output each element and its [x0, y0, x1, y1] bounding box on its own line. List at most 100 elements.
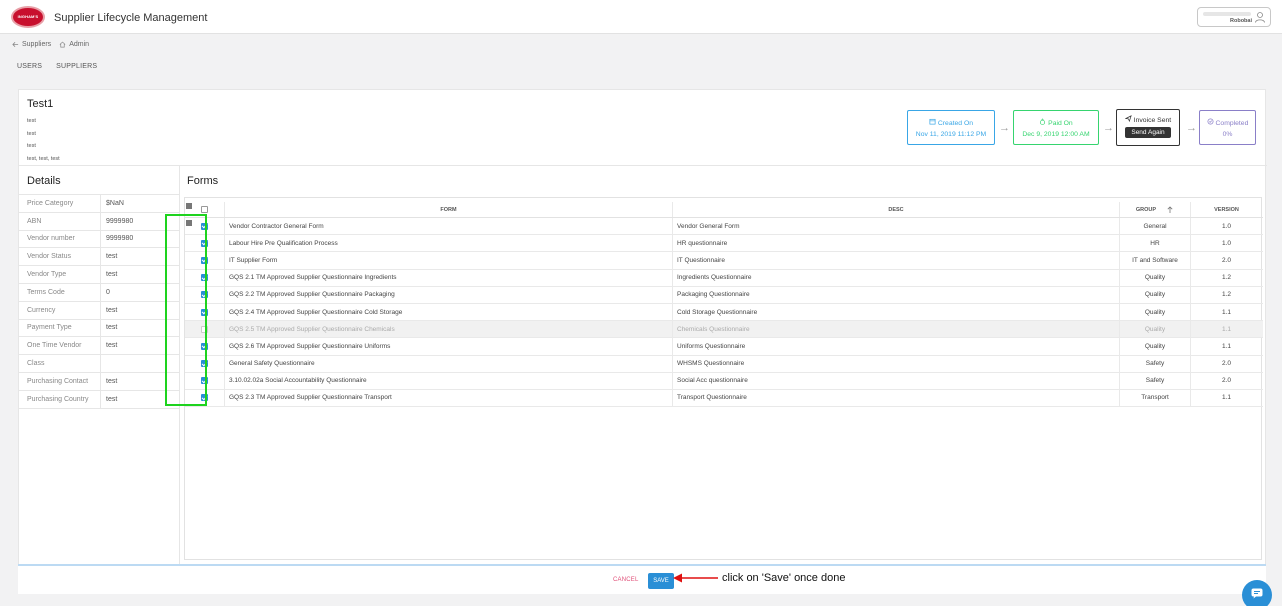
- home-icon: [59, 41, 66, 48]
- table-row[interactable]: IT Supplier Form IT Questionnaire IT and S…: [185, 252, 1263, 270]
- chat-button[interactable]: [1242, 580, 1272, 606]
- group-cell: Quality: [1120, 303, 1191, 321]
- row-checkbox[interactable]: [201, 377, 208, 385]
- user-email-placeholder: [1203, 12, 1251, 16]
- action-footer: CANCEL SAVE: [18, 564, 1266, 594]
- select-cell: [185, 321, 225, 338]
- row-checkbox[interactable]: [201, 394, 208, 402]
- step-completed-label: Completed: [1215, 120, 1249, 127]
- column-header-form[interactable]: FORM: [225, 202, 673, 217]
- desc-cell: IT Questionnaire: [673, 252, 1120, 269]
- table-row[interactable]: 3.10.02.02a Social Accountability Questi…: [185, 372, 1263, 390]
- details-value: 9999980: [106, 235, 134, 243]
- details-label: Vendor number: [19, 230, 101, 248]
- details-panel: Details Price Category $NaN ABN 9999980 Vend…: [19, 166, 180, 566]
- table-row[interactable]: GQS 2.5 TM Approved Supplier Questionnai…: [185, 321, 1263, 339]
- form-cell: General Safety Questionnaire: [225, 355, 673, 372]
- step-invoice: Invoice Sent Send Again: [1116, 109, 1180, 146]
- record-line: test: [27, 130, 36, 137]
- select-cell: [185, 338, 225, 355]
- breadcrumb-admin-label: Admin: [69, 41, 90, 48]
- row-checkbox[interactable]: [201, 342, 208, 350]
- step-invoice-label: Invoice Sent: [1133, 117, 1172, 124]
- row-checkbox[interactable]: [201, 360, 208, 368]
- row-checkbox[interactable]: [201, 239, 208, 247]
- form-cell: GQS 2.6 TM Approved Supplier Questionnai…: [225, 338, 673, 355]
- details-label: Payment Type: [19, 319, 101, 337]
- row-checkbox[interactable]: [201, 256, 208, 264]
- details-label: Purchasing Country: [19, 390, 101, 408]
- send-again-button[interactable]: Send Again: [1125, 127, 1171, 138]
- annotation-text: click on 'Save' once done: [722, 572, 846, 584]
- version-cell: 2.0: [1221, 377, 1232, 385]
- grid-rows: Vendor Contractor General Form Vendor Gen…: [185, 218, 1263, 408]
- annotation-arrow-icon: [673, 573, 718, 583]
- table-row[interactable]: Vendor Contractor General Form Vendor Gen…: [185, 218, 1263, 236]
- details-value: test: [106, 342, 118, 350]
- record-lines: test test test test, test, test: [27, 115, 60, 165]
- group-cell: General: [1120, 218, 1191, 235]
- details-label: Currency: [19, 301, 101, 319]
- row-checkbox[interactable]: [201, 222, 208, 230]
- details-row: Vendor Type test: [19, 266, 179, 284]
- tab-users[interactable]: USERS: [17, 63, 42, 70]
- details-value: test: [106, 377, 118, 385]
- grid-menu-icon[interactable]: [186, 203, 192, 209]
- table-row[interactable]: GQS 2.2 TM Approved Supplier Questionnai…: [185, 286, 1263, 304]
- user-menu[interactable]: Robobai: [1197, 7, 1271, 27]
- supplier-card: Test1 test test test test, test, test Cr…: [18, 89, 1267, 594]
- desc-cell: Uniforms Questionnaire: [673, 338, 1120, 355]
- record-line: test: [27, 143, 36, 149]
- row-checkbox: [201, 325, 208, 333]
- details-value: $NaN: [106, 199, 124, 207]
- tab-suppliers[interactable]: SUPPLIERS: [56, 63, 97, 70]
- top-bar: INGHAM'S Supplier Lifecycle Management R…: [0, 0, 1282, 34]
- table-row[interactable]: General Safety Questionnaire WHSMS Questi…: [185, 355, 1263, 373]
- forms-panel: Forms FORM DESC GROUP VERSION Vendor Con…: [181, 166, 1267, 566]
- table-row[interactable]: GQS 2.3 TM Approved Supplier Questionnai…: [185, 389, 1263, 408]
- column-header-group[interactable]: GROUP: [1120, 202, 1191, 217]
- details-value: test: [106, 253, 118, 261]
- column-header-desc[interactable]: DESC: [673, 202, 1120, 217]
- step-completed-percent: 0%: [1222, 131, 1233, 138]
- details-row: Payment Type test: [19, 319, 179, 338]
- row-checkbox[interactable]: [201, 308, 208, 316]
- desc-cell: Chemicals Questionnaire: [673, 321, 1120, 338]
- breadcrumb-admin[interactable]: Admin: [59, 41, 89, 48]
- table-row[interactable]: GQS 2.4 TM Approved Supplier Questionnai…: [185, 303, 1263, 322]
- details-label: One Time Vendor: [19, 337, 101, 355]
- company-logo[interactable]: INGHAM'S: [11, 6, 45, 28]
- desc-cell: Transport Questionnaire: [673, 389, 1120, 407]
- record-line: test: [27, 118, 36, 124]
- breadcrumb: Suppliers Admin: [12, 41, 89, 48]
- grid-header: FORM DESC GROUP VERSION: [185, 202, 1263, 218]
- step-created-label: Created On: [937, 120, 974, 127]
- row-menu-icon[interactable]: [186, 220, 192, 226]
- cancel-button[interactable]: CANCEL: [613, 577, 639, 583]
- group-cell: Transport: [1120, 389, 1191, 407]
- send-icon: [1124, 115, 1132, 123]
- group-cell: HR: [1120, 235, 1191, 252]
- group-cell: Quality: [1120, 286, 1191, 303]
- form-cell: Vendor Contractor General Form: [225, 218, 673, 235]
- details-table: Price Category $NaN ABN 9999980 Vendor numbe…: [19, 194, 179, 409]
- table-row[interactable]: GQS 2.1 TM Approved Supplier Questionnai…: [185, 269, 1263, 287]
- table-row[interactable]: GQS 2.6 TM Approved Supplier Questionnai…: [185, 338, 1263, 356]
- select-cell: [185, 252, 225, 269]
- user-name: Robobai: [1230, 18, 1252, 24]
- table-row[interactable]: Labour Hire Pre Qualification Process HR …: [185, 235, 1263, 253]
- back-arrow-icon: [12, 42, 19, 47]
- select-all-checkbox[interactable]: [201, 206, 208, 213]
- row-checkbox[interactable]: [201, 291, 208, 299]
- sort-asc-icon[interactable]: [1166, 205, 1174, 214]
- desc-cell: Packaging Questionnaire: [673, 286, 1120, 303]
- breadcrumb-suppliers[interactable]: Suppliers: [12, 41, 51, 48]
- select-cell: [185, 235, 225, 252]
- desc-cell: Vendor General Form: [673, 218, 1120, 235]
- row-checkbox[interactable]: [201, 274, 208, 282]
- app-title: Supplier Lifecycle Management: [54, 12, 208, 24]
- form-cell: GQS 2.1 TM Approved Supplier Questionnai…: [225, 269, 673, 286]
- save-button[interactable]: SAVE: [648, 573, 674, 589]
- details-row: Vendor Status test: [19, 248, 179, 267]
- column-header-version[interactable]: VERSION: [1191, 202, 1262, 217]
